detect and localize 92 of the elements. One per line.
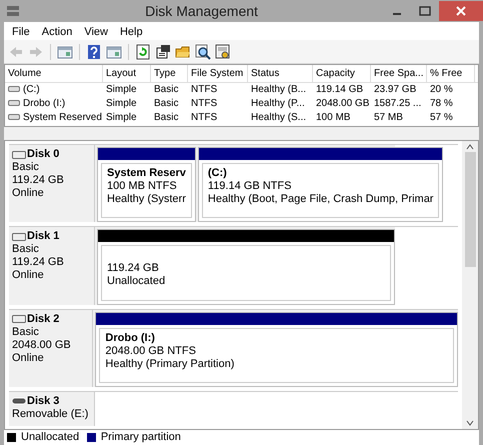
menu-item[interactable]: Action bbox=[38, 24, 76, 38]
partition-info: Unallocated bbox=[107, 275, 166, 288]
partition-block[interactable]: (C:) 119.14 GB NTFS Healthy (Boot, Page File, Crash Dump, Primar bbox=[198, 147, 444, 222]
panel-icon[interactable] bbox=[57, 44, 73, 60]
table-cell-text: Basic bbox=[153, 111, 180, 125]
table-cell-text: NTFS bbox=[190, 97, 218, 111]
table-cell-text: 57 MB bbox=[373, 111, 404, 125]
drive-icon bbox=[8, 100, 20, 106]
table-cell-text: NTFS bbox=[190, 83, 218, 97]
column-header[interactable]: Layout bbox=[103, 65, 151, 83]
partition-block[interactable]: System Reserv 100 MB NTFS Healthy (Systerr bbox=[97, 147, 196, 222]
disk-name: Disk 2 bbox=[27, 312, 60, 326]
column-header[interactable]: Status bbox=[248, 65, 313, 83]
partition-title: (C:) bbox=[208, 167, 228, 180]
menu-item[interactable]: Help bbox=[116, 24, 147, 38]
app-icon bbox=[6, 4, 20, 18]
properties-icon[interactable] bbox=[155, 44, 171, 60]
disk-label-panel[interactable]: Disk 1 Basic 119.24 GB Online bbox=[9, 227, 95, 304]
panel-icon[interactable] bbox=[106, 44, 122, 60]
disk-info: Basic bbox=[12, 326, 40, 338]
window-title: Disk Management bbox=[144, 2, 259, 21]
refresh-icon[interactable] bbox=[135, 44, 151, 60]
disk-info: Removable (E:) bbox=[12, 408, 90, 421]
folder-icon[interactable] bbox=[175, 44, 191, 60]
menu-item[interactable]: File bbox=[8, 24, 34, 38]
disk-label-panel[interactable]: Disk 3 Removable (E:) bbox=[9, 392, 95, 426]
table-cell-text: Healthy (S... bbox=[250, 111, 308, 125]
partition-info: 119.24 GB bbox=[107, 262, 160, 276]
table-cell-text: Healthy (B... bbox=[250, 83, 308, 97]
table-cell-text: Simple bbox=[105, 97, 138, 111]
disk-info: 2048.00 GB bbox=[12, 338, 72, 352]
disk-info: Online bbox=[12, 269, 45, 282]
legend-label: Primary partition bbox=[100, 430, 181, 445]
partition-info: Healthy (Primary Partition) bbox=[105, 358, 236, 370]
table-cell-text: Basic bbox=[153, 97, 180, 111]
partition-info: 100 MB NTFS bbox=[107, 180, 178, 193]
table-cell-text: 119.14 GB bbox=[315, 83, 364, 97]
table-cell-text: NTFS bbox=[190, 111, 218, 125]
removable-drive-icon bbox=[12, 398, 26, 404]
disk-name: Disk 1 bbox=[27, 230, 60, 244]
partition-info: Healthy (Boot, Page File, Crash Dump, Primar bbox=[208, 193, 434, 206]
minimize-icon bbox=[393, 13, 401, 15]
table-cell-text: 1587.25 ... bbox=[373, 97, 422, 111]
table-cell[interactable]: System Reserved bbox=[23, 112, 102, 123]
column-header[interactable]: Volume bbox=[5, 65, 103, 83]
table-cell-text: 78 % bbox=[429, 97, 454, 111]
scroll-up-icon[interactable] bbox=[466, 144, 474, 150]
table-cell-text: 2048.00 GB bbox=[315, 97, 370, 111]
disk-info: 119.24 GB bbox=[12, 174, 65, 187]
drive-icon bbox=[8, 86, 20, 92]
scroll-down-icon[interactable] bbox=[466, 420, 474, 426]
disk-label-panel[interactable]: Disk 0 Basic 119.24 GB Online bbox=[9, 145, 95, 222]
disk-info: Online bbox=[12, 187, 45, 200]
table-cell[interactable]: Drobo (I:) bbox=[23, 98, 66, 109]
disk-info: Basic bbox=[12, 161, 40, 174]
table-cell-text: Basic bbox=[153, 83, 180, 97]
partition-info: 119.14 GB NTFS bbox=[208, 180, 292, 193]
table-cell-text: 20 % bbox=[429, 83, 454, 97]
partition-info: 2048.00 GB NTFS bbox=[105, 344, 197, 358]
partition-block[interactable]: 119.24 GB Unallocated bbox=[97, 229, 395, 304]
magnifier-icon[interactable] bbox=[195, 44, 211, 60]
table-cell-text: 57 % bbox=[429, 111, 454, 125]
table-cell-text: Healthy (P... bbox=[250, 97, 306, 111]
partition-info: Healthy (Systerr bbox=[107, 193, 186, 206]
disk-label-panel[interactable]: Disk 2 Basic 2048.00 GB Online bbox=[9, 310, 94, 387]
close-button[interactable] bbox=[439, 1, 483, 21]
column-header[interactable]: File System bbox=[188, 65, 248, 83]
table-cell-text: Simple bbox=[105, 111, 138, 125]
menu-item[interactable]: View bbox=[80, 24, 112, 38]
maximize-icon bbox=[419, 6, 431, 16]
disk-name: Disk 3 bbox=[27, 394, 60, 408]
column-header[interactable]: Capacity bbox=[313, 65, 371, 83]
partition-block[interactable]: Drobo (I:) 2048.00 GB NTFS Healthy (Primary Partition) bbox=[95, 312, 458, 387]
column-header[interactable]: % Free bbox=[427, 65, 475, 83]
partition-title: System Reserv bbox=[107, 167, 186, 180]
column-header[interactable]: Free Spa... bbox=[371, 65, 427, 83]
help-icon[interactable] bbox=[86, 44, 102, 60]
table-cell-text: 100 MB bbox=[315, 111, 352, 125]
settings-icon[interactable] bbox=[215, 44, 231, 60]
legend-label: Unallocated bbox=[21, 430, 80, 445]
close-icon bbox=[456, 6, 466, 16]
disk-info: 119.24 GB bbox=[12, 256, 65, 270]
drive-icon bbox=[8, 114, 20, 120]
partition-title: Drobo (I:) bbox=[105, 332, 156, 344]
disk-info: Online bbox=[12, 352, 45, 364]
column-header[interactable]: Type bbox=[151, 65, 188, 83]
disk-name: Disk 0 bbox=[27, 148, 60, 161]
table-cell-text: Simple bbox=[105, 83, 138, 97]
scrollbar[interactable] bbox=[462, 141, 478, 429]
table-cell[interactable]: (C:) bbox=[23, 84, 40, 95]
disk-info: Basic bbox=[12, 243, 40, 256]
table-cell-text: 23.97 GB bbox=[373, 83, 418, 97]
